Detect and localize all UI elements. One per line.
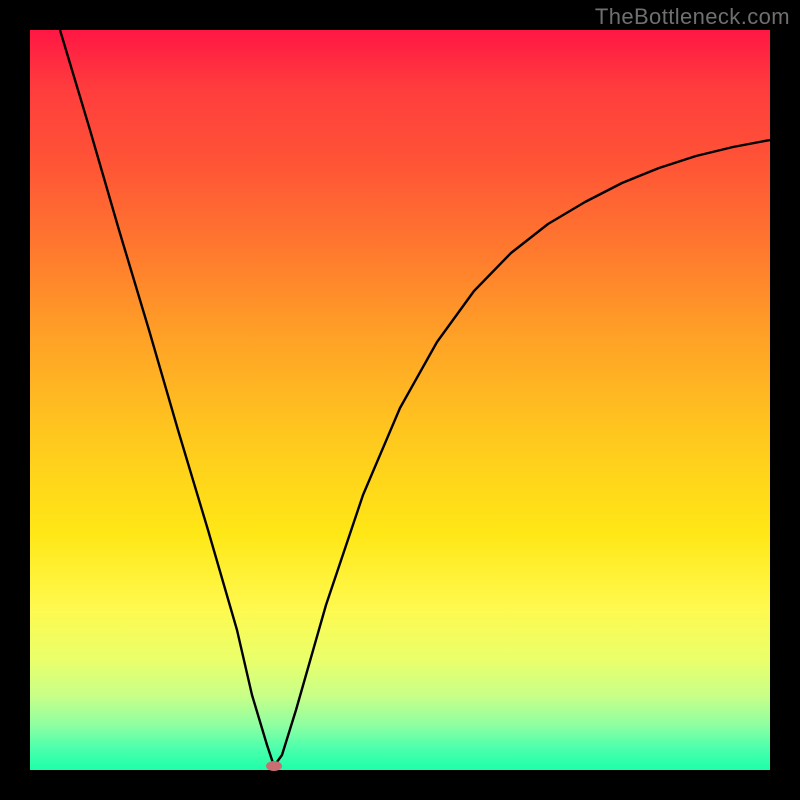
curve-svg — [30, 30, 770, 770]
optimal-point-marker — [266, 761, 282, 771]
bottleneck-curve — [60, 30, 770, 766]
plot-area — [30, 30, 770, 770]
watermark-text: TheBottleneck.com — [595, 4, 790, 30]
chart-frame: TheBottleneck.com — [0, 0, 800, 800]
